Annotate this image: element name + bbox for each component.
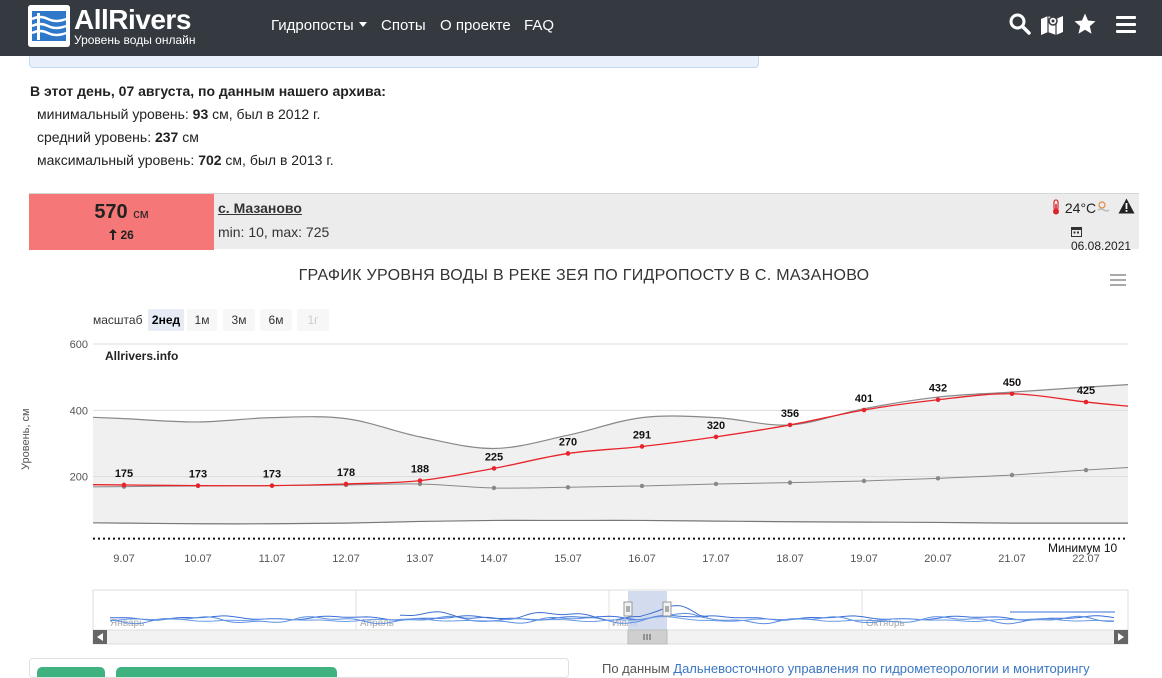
navigator-selection[interactable] — [628, 591, 667, 630]
green-tab-2[interactable] — [116, 667, 337, 677]
scrollbar-track[interactable] — [92, 629, 1129, 645]
source-note: По данным Дальневосточного управления по… — [602, 661, 1090, 676]
navigator-handle[interactable] — [623, 601, 633, 617]
source-prefix: По данным — [602, 661, 674, 676]
navigator-frame — [92, 589, 1129, 631]
source-link[interactable]: Дальневосточного управления по гидромете… — [673, 661, 1089, 676]
green-tab-1[interactable] — [37, 667, 105, 677]
chart-navigator[interactable]: Январь Апрель Июль Октябрь — [0, 0, 1162, 672]
navigator-handle[interactable] — [662, 601, 672, 617]
